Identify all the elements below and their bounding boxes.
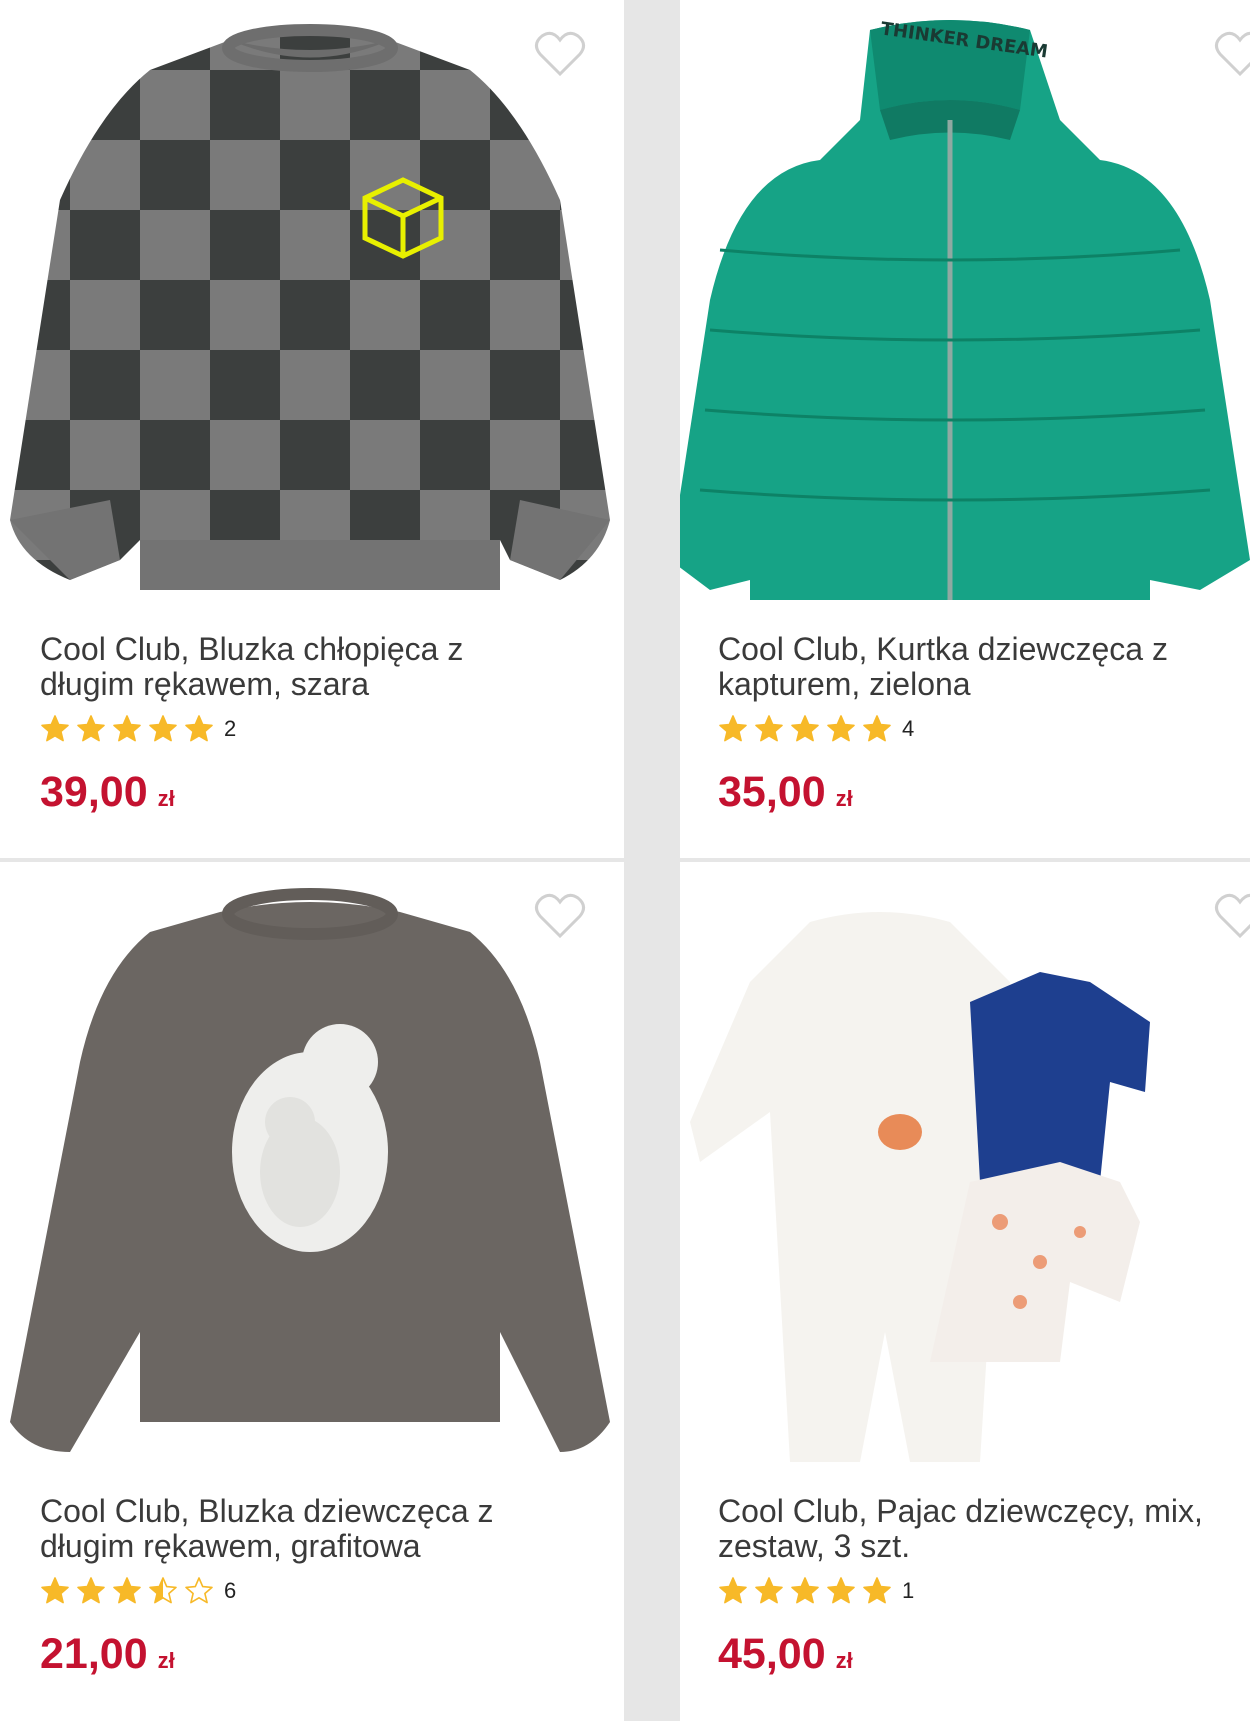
product-image[interactable] <box>0 862 624 1472</box>
star-icon <box>826 714 856 744</box>
product-price: 39,00 zł <box>40 768 175 817</box>
star-icon <box>862 714 892 744</box>
product-title[interactable]: Cool Club, Bluzka chłopięca z długim ręk… <box>40 632 560 702</box>
star-icon <box>718 714 748 744</box>
price-value: 21,00 <box>40 1630 148 1678</box>
star-icon <box>754 714 784 744</box>
star-icon <box>112 714 142 744</box>
product-card[interactable]: Cool Club, Pajac dziewczęcy, mix, zestaw… <box>680 862 1250 1721</box>
rating-count: 2 <box>224 716 237 741</box>
product-image[interactable] <box>680 862 1250 1472</box>
price-value: 45,00 <box>718 1630 826 1678</box>
price-currency: zł <box>835 1648 853 1673</box>
grey-checkered-sweatshirt-image <box>10 24 610 590</box>
rating-count: 1 <box>902 1578 915 1603</box>
star-icon <box>790 714 820 744</box>
star-icon <box>184 714 214 744</box>
product-title[interactable]: Cool Club, Pajac dziewczęcy, mix, zestaw… <box>718 1494 1238 1564</box>
rating-count: 6 <box>224 1578 237 1603</box>
price-currency: zł <box>157 786 175 811</box>
product-price: 35,00 zł <box>718 768 853 817</box>
price-currency: zł <box>835 786 853 811</box>
product-image[interactable]: THINKER DREAM <box>680 0 1250 610</box>
product-card[interactable]: Cool Club, Bluzka chłopięca z długim ręk… <box>0 0 624 858</box>
star-icon <box>148 1576 178 1606</box>
star-icon <box>40 714 70 744</box>
star-icon <box>184 1576 214 1606</box>
star-icon <box>790 1576 820 1606</box>
product-card[interactable]: Cool Club, Bluzka dziewczęca z długim rę… <box>0 862 624 1721</box>
product-rating: 6 <box>40 1576 236 1606</box>
favorite-heart-icon[interactable] <box>534 892 586 940</box>
favorite-heart-icon[interactable] <box>1214 892 1250 940</box>
price-value: 35,00 <box>718 768 826 816</box>
graphite-sweatshirt-image <box>10 888 610 1452</box>
product-rating: 4 <box>718 714 914 744</box>
product-rating: 2 <box>40 714 236 744</box>
green-puffer-jacket-image: THINKER DREAM <box>680 18 1250 600</box>
star-icon <box>40 1576 70 1606</box>
rating-count: 4 <box>902 716 915 741</box>
star-icon <box>862 1576 892 1606</box>
star-icon <box>718 1576 748 1606</box>
star-icon <box>76 1576 106 1606</box>
price-value: 39,00 <box>40 768 148 816</box>
star-icon <box>826 1576 856 1606</box>
product-title[interactable]: Cool Club, Kurtka dziewczęca z kapturem,… <box>718 632 1238 702</box>
product-price: 45,00 zł <box>718 1630 853 1679</box>
star-icon <box>754 1576 784 1606</box>
favorite-heart-icon[interactable] <box>534 30 586 78</box>
price-currency: zł <box>157 1648 175 1673</box>
product-price: 21,00 zł <box>40 1630 175 1679</box>
star-icon <box>76 714 106 744</box>
baby-romper-set-image <box>690 912 1150 1462</box>
star-icon <box>112 1576 142 1606</box>
favorite-heart-icon[interactable] <box>1214 30 1250 78</box>
product-title[interactable]: Cool Club, Bluzka dziewczęca z długim rę… <box>40 1494 560 1564</box>
product-image[interactable] <box>0 0 624 610</box>
star-icon <box>148 714 178 744</box>
product-rating: 1 <box>718 1576 914 1606</box>
product-card[interactable]: THINKER DREAM Cool Club, Kurtka dziewczę… <box>680 0 1250 858</box>
